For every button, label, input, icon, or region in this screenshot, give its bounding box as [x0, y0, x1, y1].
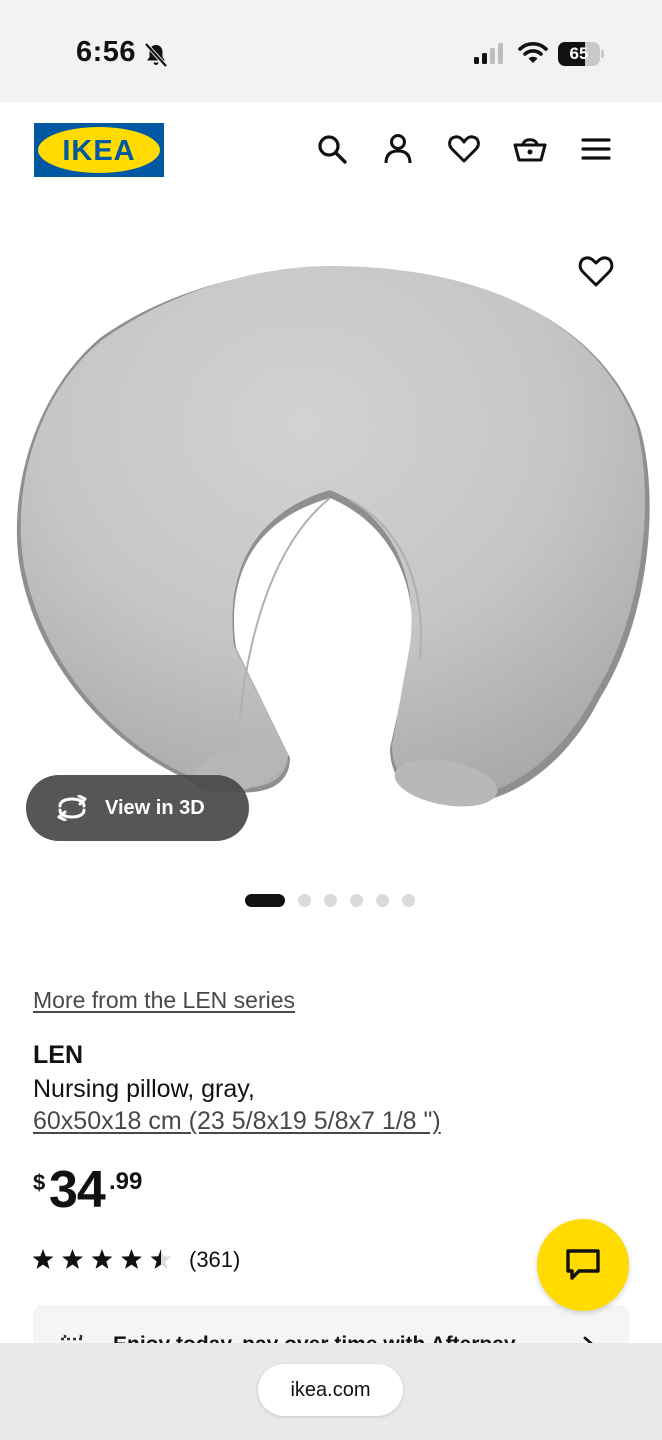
rating-star — [91, 1249, 113, 1269]
review-count: (361) — [189, 1247, 241, 1272]
carousel-dot[interactable] — [402, 894, 415, 907]
bell-muted-icon — [144, 42, 168, 68]
status-bar: 6:56 65 — [0, 0, 662, 102]
price-integer: 34 — [49, 1161, 106, 1219]
url-bar[interactable]: ikea.com — [258, 1364, 403, 1416]
rating-star — [62, 1249, 83, 1269]
chat-button[interactable] — [537, 1219, 629, 1311]
rotate-3d-icon — [57, 795, 87, 821]
add-to-favorites-button[interactable] — [577, 253, 615, 289]
product-size-link[interactable]: 60x50x18 cm (23 5/8x19 5/8x7 1/8 ") — [33, 1107, 441, 1136]
price-currency: $ — [33, 1170, 46, 1195]
status-time: 6:56 — [76, 36, 137, 68]
basket-icon[interactable] — [513, 132, 547, 166]
battery-indicator: 65 — [558, 42, 604, 66]
chat-icon — [566, 1249, 600, 1280]
menu-icon[interactable] — [579, 132, 613, 166]
nursing-pillow-image — [16, 266, 650, 807]
search-icon[interactable] — [315, 132, 349, 166]
carousel-dot[interactable] — [376, 894, 389, 907]
product-image[interactable] — [0, 198, 662, 868]
site-header: IKEA — [0, 102, 662, 198]
price-decimal: .99 — [109, 1168, 143, 1195]
battery-percent: 65 — [569, 44, 589, 63]
rating-stars — [33, 1249, 172, 1269]
rating-star — [121, 1249, 142, 1269]
heart-icon[interactable] — [447, 132, 481, 166]
carousel-dot[interactable] — [350, 894, 363, 907]
cellular-signal-icon — [474, 43, 503, 64]
wifi-icon — [518, 42, 548, 63]
product-rating[interactable]: (361) — [33, 1246, 273, 1274]
view-in-3d-label: View in 3D — [105, 797, 205, 819]
carousel-dot-active[interactable] — [245, 894, 285, 907]
view-in-3d-button[interactable]: View in 3D — [26, 775, 249, 841]
series-link[interactable]: More from the LEN series — [33, 987, 295, 1014]
rating-star — [33, 1249, 54, 1269]
product-description: Nursing pillow, gray, — [33, 1075, 255, 1103]
product-name: LEN — [33, 1041, 83, 1069]
account-icon[interactable] — [381, 132, 415, 166]
carousel-dot[interactable] — [324, 894, 337, 907]
carousel-dot[interactable] — [298, 894, 311, 907]
rating-star — [150, 1249, 172, 1269]
svg-text:IKEA: IKEA — [62, 135, 135, 167]
browser-bottom-bar: ikea.com — [0, 1343, 662, 1440]
ikea-logo[interactable]: IKEA — [34, 123, 164, 177]
